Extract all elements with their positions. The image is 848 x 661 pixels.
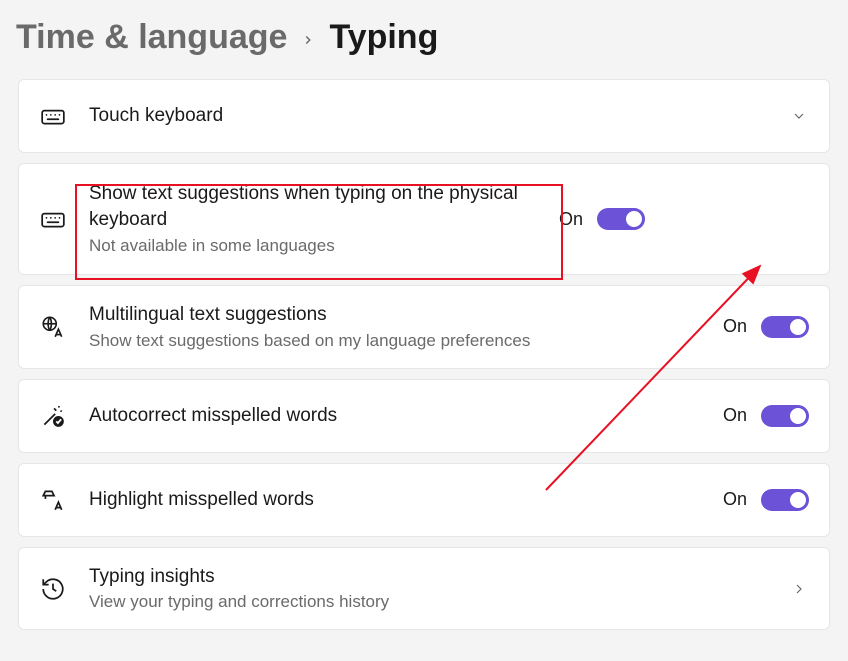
autocorrect-title: Autocorrect misspelled words [89, 403, 723, 429]
chevron-right-icon [789, 579, 809, 599]
highlight-misspelled-row: Highlight misspelled words On [18, 463, 830, 537]
wand-check-icon [39, 402, 67, 430]
breadcrumb-parent[interactable]: Time & language [16, 18, 287, 57]
autocorrect-row: Autocorrect misspelled words On [18, 379, 830, 453]
keyboard-icon [39, 205, 67, 233]
autocorrect-text: Autocorrect misspelled words [89, 403, 723, 429]
touch-keyboard-text: Touch keyboard [89, 103, 789, 129]
keyboard-icon [39, 102, 67, 130]
text-suggestions-state: On [559, 209, 583, 230]
autocorrect-state: On [723, 405, 747, 426]
multilingual-text: Multilingual text suggestions Show text … [89, 302, 723, 352]
history-icon [39, 575, 67, 603]
globe-translate-icon [39, 313, 67, 341]
highlight-misspelled-toggle[interactable] [761, 489, 809, 511]
multilingual-row: Multilingual text suggestions Show text … [18, 285, 830, 369]
text-suggestions-text: Show text suggestions when typing on the… [89, 181, 559, 256]
settings-list: Touch keyboard Show text suggestions whe… [0, 65, 848, 630]
touch-keyboard-row[interactable]: Touch keyboard [18, 79, 830, 153]
highlight-misspelled-text: Highlight misspelled words [89, 487, 723, 513]
breadcrumb: Time & language Typing [0, 0, 848, 65]
highlight-text-icon [39, 486, 67, 514]
multilingual-subtitle: Show text suggestions based on my langua… [89, 330, 723, 352]
touch-keyboard-title: Touch keyboard [89, 103, 789, 129]
highlight-misspelled-title: Highlight misspelled words [89, 487, 723, 513]
text-suggestions-title: Show text suggestions when typing on the… [89, 181, 559, 232]
text-suggestions-subtitle: Not available in some languages [89, 235, 559, 257]
typing-insights-title: Typing insights [89, 564, 789, 590]
highlight-misspelled-state: On [723, 489, 747, 510]
typing-insights-text: Typing insights View your typing and cor… [89, 564, 789, 614]
multilingual-toggle[interactable] [761, 316, 809, 338]
text-suggestions-row: Show text suggestions when typing on the… [18, 163, 830, 275]
typing-insights-row[interactable]: Typing insights View your typing and cor… [18, 547, 830, 631]
chevron-right-icon [301, 27, 315, 53]
autocorrect-toggle[interactable] [761, 405, 809, 427]
typing-insights-subtitle: View your typing and corrections history [89, 591, 789, 613]
multilingual-title: Multilingual text suggestions [89, 302, 723, 328]
breadcrumb-current: Typing [329, 18, 438, 57]
multilingual-state: On [723, 316, 747, 337]
chevron-down-icon [789, 106, 809, 126]
text-suggestions-toggle[interactable] [597, 208, 645, 230]
